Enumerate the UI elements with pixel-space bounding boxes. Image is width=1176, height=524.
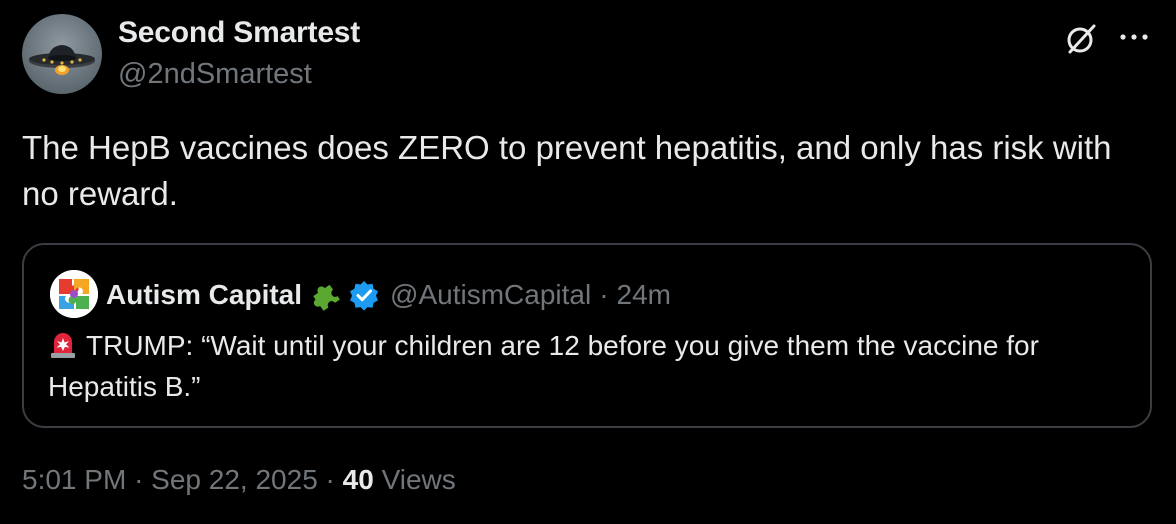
police-light-icon <box>51 333 75 358</box>
views-label[interactable]: Views <box>382 464 456 495</box>
author-display-name[interactable]: Second Smartest <box>118 16 360 50</box>
quoted-tweet-text: TRUMP: “Wait until your children are 12 … <box>48 325 1118 407</box>
quoted-header-separator: · <box>599 279 609 310</box>
views-count[interactable]: 40 <box>343 464 374 495</box>
puzzle-piece-icon <box>313 284 340 311</box>
meta-separator: · <box>325 464 335 495</box>
tweet-time[interactable]: 5:01 PM <box>22 464 126 495</box>
tweet-date[interactable]: Sep 22, 2025 <box>151 464 318 495</box>
author-avatar[interactable] <box>22 14 102 94</box>
quoted-author-display-name[interactable]: Autism Capital <box>106 279 302 311</box>
quoted-author-handle[interactable]: @AutismCapital <box>390 279 591 311</box>
quoted-tweet-card[interactable]: Autism Capital @AutismCapital · 24m TRUM… <box>22 243 1152 428</box>
tweet[interactable]: Second Smartest @2ndSmartest The HepB va… <box>0 0 1176 524</box>
more-options-icon[interactable] <box>1114 22 1154 52</box>
author-handle[interactable]: @2ndSmartest <box>118 58 312 91</box>
grok-icon[interactable] <box>1064 22 1098 56</box>
ufo-avatar-icon <box>29 45 95 75</box>
verified-badge-icon[interactable] <box>348 279 380 311</box>
meta-separator: · <box>134 464 144 495</box>
tweet-text: The HepB vaccines does ZERO to prevent h… <box>22 129 1112 212</box>
rainbow-puzzle-avatar-icon <box>50 270 98 318</box>
quoted-tweet-time[interactable]: 24m <box>617 279 671 311</box>
tweet-meta: 5:01 PM · Sep 22, 2025 · 40 Views <box>22 464 456 496</box>
quoted-tweet-header: Autism Capital @AutismCapital · 24m <box>106 275 671 315</box>
quoted-tweet-body: TRUMP: “Wait until your children are 12 … <box>48 330 1039 402</box>
quoted-author-avatar[interactable] <box>50 270 98 318</box>
